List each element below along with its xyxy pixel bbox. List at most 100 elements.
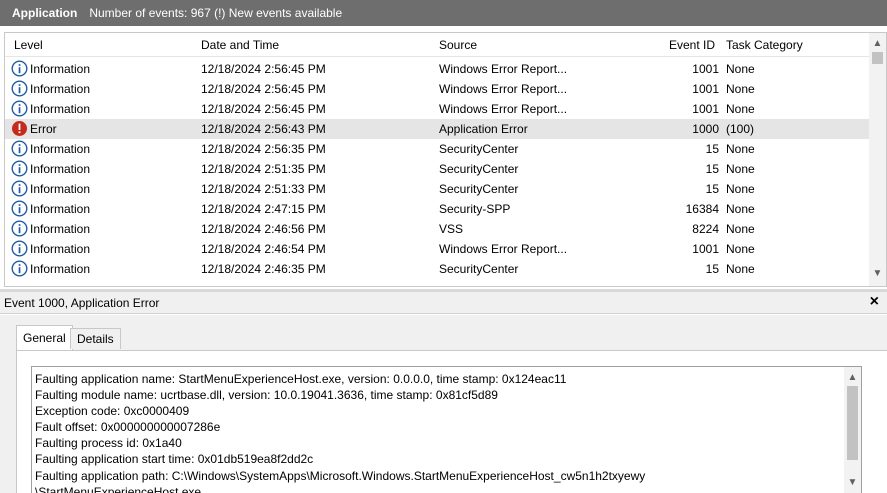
event-row[interactable]: Information 12/18/2024 2:46:54 PM Windows …: [5, 239, 871, 259]
description-line: Faulting process id: 0x1a40: [35, 436, 182, 451]
event-level: Information: [30, 262, 91, 276]
event-level: Information: [30, 82, 91, 96]
event-description-text: Faulting application name: StartMenuExpe…: [35, 371, 825, 493]
event-description-textbox[interactable]: Faulting application name: StartMenuExpe…: [31, 366, 862, 493]
description-line: Exception code: 0xc0000409: [35, 404, 190, 419]
event-row[interactable]: Information 12/18/2024 2:51:33 PM Security…: [5, 179, 871, 199]
column-header-task-category[interactable]: Task Category: [726, 38, 803, 52]
event-level: Information: [30, 142, 91, 156]
event-task-category: None: [726, 162, 755, 176]
scroll-down-icon[interactable]: ▼: [869, 265, 886, 282]
event-task-category: None: [726, 262, 755, 276]
event-row[interactable]: Error 12/18/2024 2:56:43 PM Application Er…: [5, 119, 871, 139]
event-source: Application Error: [439, 122, 528, 136]
event-source: SecurityCenter: [439, 182, 519, 196]
event-id: 1001: [692, 82, 719, 96]
column-header-event-id[interactable]: Event ID: [669, 38, 715, 52]
event-source: Security-SPP: [439, 202, 511, 216]
event-date-time: 12/18/2024 2:56:35 PM: [201, 142, 326, 156]
event-date-time: 12/18/2024 2:56:45 PM: [201, 102, 326, 116]
tab-details[interactable]: Details: [70, 328, 121, 349]
column-header-date-time[interactable]: Date and Time: [201, 38, 279, 52]
event-level: Information: [30, 182, 91, 196]
event-source: Windows Error Report...: [439, 242, 568, 256]
event-level: Information: [30, 162, 91, 176]
description-line: Faulting application name: StartMenuExpe…: [35, 372, 567, 386]
close-icon[interactable]: ×: [870, 293, 879, 311]
event-row[interactable]: Information 12/18/2024 2:51:35 PM Security…: [5, 159, 871, 179]
event-level: Information: [30, 242, 91, 256]
scroll-down-icon[interactable]: ▼: [844, 474, 861, 491]
event-date-time: 12/18/2024 2:56:45 PM: [201, 62, 326, 76]
event-id: 15: [705, 162, 719, 176]
event-id: 15: [705, 182, 719, 196]
info-icon: [11, 260, 28, 277]
event-row[interactable]: Information 12/18/2024 2:56:45 PM Windows …: [5, 59, 871, 79]
event-row[interactable]: Information 12/18/2024 2:56:45 PM Windows …: [5, 99, 871, 119]
event-task-category: None: [726, 222, 755, 236]
info-icon: [11, 160, 28, 177]
event-level: Information: [30, 222, 91, 236]
event-source: Windows Error Report...: [439, 62, 568, 76]
info-icon: [11, 60, 28, 77]
event-row[interactable]: Information 12/18/2024 2:46:35 PM Security…: [5, 259, 871, 279]
event-date-time: 12/18/2024 2:47:15 PM: [201, 202, 326, 216]
event-id: 15: [705, 142, 719, 156]
event-id: 1001: [692, 102, 719, 116]
column-header-source[interactable]: Source: [439, 38, 477, 52]
description-line: Fault offset: 0x000000000007286e: [35, 420, 221, 435]
column-header-level[interactable]: Level: [14, 38, 43, 52]
scroll-up-icon[interactable]: ▲: [844, 369, 861, 386]
description-line: Faulting module name: ucrtbase.dll, vers…: [35, 388, 498, 403]
event-id: 15: [705, 262, 719, 276]
error-icon: [12, 121, 27, 136]
scroll-up-icon[interactable]: ▲: [869, 35, 886, 52]
event-row[interactable]: Information 12/18/2024 2:56:35 PM Security…: [5, 139, 871, 159]
tab-general[interactable]: General: [16, 325, 73, 351]
event-source: SecurityCenter: [439, 142, 519, 156]
info-icon: [11, 80, 28, 97]
log-name: Application: [12, 6, 78, 20]
info-icon: [11, 200, 28, 217]
event-task-category: None: [726, 182, 755, 196]
event-date-time: 12/18/2024 2:46:35 PM: [201, 262, 326, 276]
event-task-category: None: [726, 62, 755, 76]
event-list-scrollbar[interactable]: ▲ ▼: [869, 33, 886, 286]
event-date-time: 12/18/2024 2:56:45 PM: [201, 82, 326, 96]
event-date-time: 12/18/2024 2:46:56 PM: [201, 222, 326, 236]
event-source: SecurityCenter: [439, 262, 519, 276]
event-level: Information: [30, 62, 91, 76]
event-row[interactable]: Information 12/18/2024 2:47:15 PM Security…: [5, 199, 871, 219]
info-icon: [11, 180, 28, 197]
event-source: SecurityCenter: [439, 162, 519, 176]
event-date-time: 12/18/2024 2:51:35 PM: [201, 162, 326, 176]
scrollbar-thumb[interactable]: [847, 386, 858, 460]
event-detail-header: Event 1000, Application Error ×: [0, 292, 887, 314]
event-row[interactable]: Information 12/18/2024 2:46:56 PM VSS 8224 N…: [5, 219, 871, 239]
event-task-category: (100): [726, 122, 755, 136]
event-source: Windows Error Report...: [439, 82, 568, 96]
event-date-time: 12/18/2024 2:56:43 PM: [201, 122, 326, 136]
event-date-time: 12/18/2024 2:46:54 PM: [201, 242, 326, 256]
event-task-category: None: [726, 82, 755, 96]
info-icon: [11, 140, 28, 157]
event-row[interactable]: Information 12/18/2024 2:56:45 PM Windows …: [5, 79, 871, 99]
event-list[interactable]: Level Date and Time Source Event ID Task…: [4, 32, 887, 287]
event-list-header: Level Date and Time Source Event ID Task…: [5, 33, 871, 57]
description-line: \StartMenuExperienceHost.exe: [35, 484, 202, 493]
event-id: 8224: [692, 222, 719, 236]
event-source: VSS: [439, 222, 464, 236]
event-source: Windows Error Report...: [439, 102, 568, 116]
event-level: Information: [30, 102, 91, 116]
log-titlebar: Application Number of events: 967 (!) Ne…: [0, 0, 887, 26]
description-scrollbar[interactable]: ▲ ▼: [844, 367, 861, 493]
event-task-category: None: [726, 142, 755, 156]
info-icon: [11, 100, 28, 117]
event-task-category: None: [726, 242, 755, 256]
event-id: 1001: [692, 242, 719, 256]
event-task-category: None: [726, 202, 755, 216]
event-detail-title: Event 1000, Application Error: [4, 296, 160, 310]
event-date-time: 12/18/2024 2:51:33 PM: [201, 182, 326, 196]
general-tab-content: Faulting application name: StartMenuExpe…: [16, 350, 887, 493]
scrollbar-thumb[interactable]: [872, 52, 883, 64]
